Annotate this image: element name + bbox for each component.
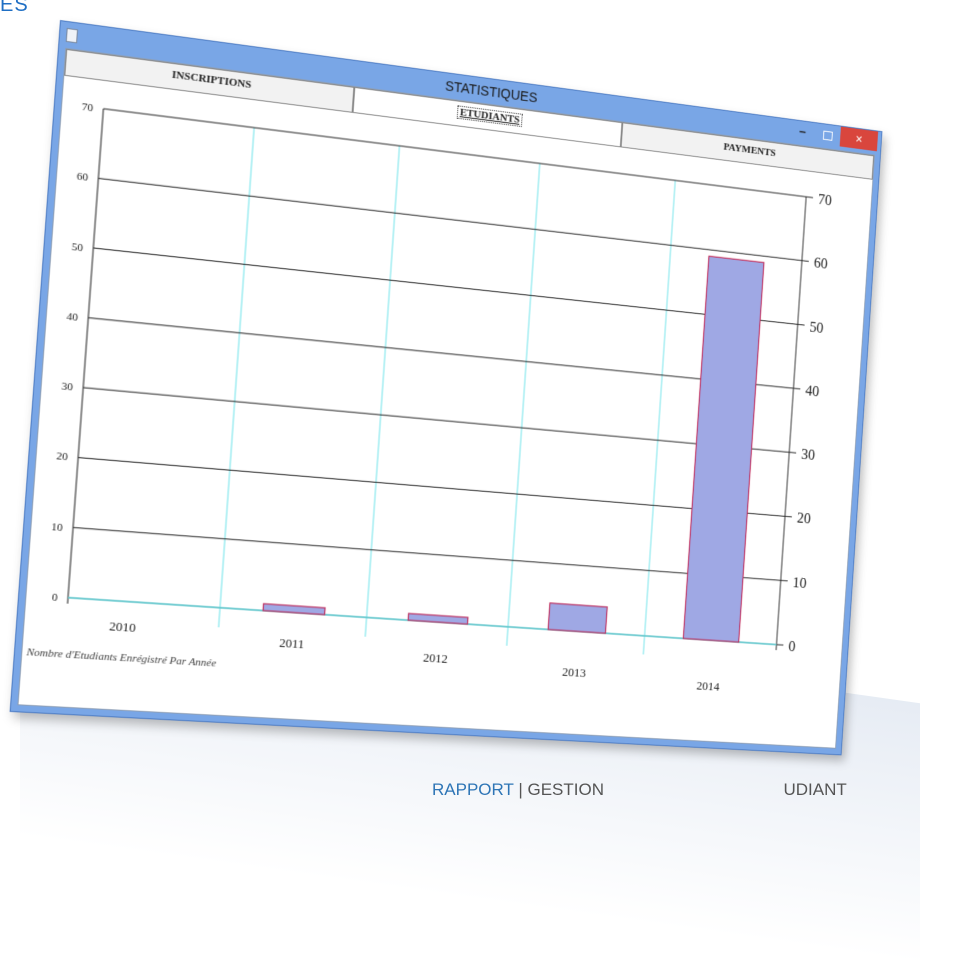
y-tick-label-left: 20 xyxy=(56,451,69,464)
y-tick-label-right: 10 xyxy=(792,575,807,592)
close-button[interactable]: × xyxy=(840,127,879,152)
y-tick-label-right: 30 xyxy=(801,447,816,464)
y-tick-label-right: 70 xyxy=(818,192,833,209)
y-tick-mark xyxy=(785,516,792,517)
app-icon xyxy=(66,28,78,43)
maximize-button[interactable] xyxy=(816,123,839,146)
horizontal-gridline xyxy=(73,528,781,581)
tab-label: PAYMENTS xyxy=(723,141,776,159)
x-tick-label: 2011 xyxy=(279,636,305,651)
bar xyxy=(263,604,325,615)
footer-accent: RAPPORT xyxy=(432,780,514,799)
y-tick-label-left: 40 xyxy=(66,311,79,324)
y-tick-label-left: 70 xyxy=(81,101,94,114)
maximize-icon xyxy=(822,131,832,141)
footer-separator: | xyxy=(518,780,522,799)
horizontal-gridline xyxy=(83,388,789,453)
y-tick-label-right: 40 xyxy=(805,383,820,400)
vertical-gridline xyxy=(365,146,399,637)
horizontal-gridline xyxy=(78,458,785,517)
tab-label: ETUDIANTS xyxy=(457,105,523,127)
horizontal-gridline xyxy=(93,248,797,324)
footer-right-text: UDIANT xyxy=(783,780,846,799)
bar xyxy=(683,256,764,642)
footer-left-text: GESTION xyxy=(527,780,604,799)
x-tick-label: 2013 xyxy=(562,665,587,680)
y-tick-label-left: 50 xyxy=(71,241,84,254)
statistics-window: STATISTIQUES – × INSCRIPTIONS ETUDIANTS … xyxy=(10,20,883,755)
bar xyxy=(548,603,607,633)
minimize-button[interactable]: – xyxy=(790,120,815,143)
y-tick-mark xyxy=(793,388,800,389)
y-tick-label-left: 0 xyxy=(51,592,58,604)
y-tick-label-left: 10 xyxy=(51,521,64,534)
y-tick-mark xyxy=(798,324,805,325)
x-tick-label: 2012 xyxy=(423,651,448,666)
y-tick-mark xyxy=(789,452,796,453)
y-tick-label-right: 20 xyxy=(796,511,811,528)
window-content: INSCRIPTIONS ETUDIANTS PAYMENTS 0 0 10 10 20… xyxy=(17,48,875,749)
y-tick-label-right: 50 xyxy=(809,319,824,336)
y-tick-label-right: 0 xyxy=(788,639,796,655)
bar-chart: 0 0 10 10 20 20 30 30 40 40 50 50 60 60 70 70 2010 2011 20… xyxy=(18,76,872,749)
horizontal-gridline xyxy=(98,178,802,260)
document-footer: RAPPORT | GESTION UDIANT xyxy=(432,780,847,800)
y-tick-mark xyxy=(781,580,788,581)
y-tick-label-right: 60 xyxy=(813,256,828,273)
x-tick-label: 2010 xyxy=(109,619,136,635)
y-tick-label-left: 60 xyxy=(76,171,89,184)
bar xyxy=(408,613,468,624)
horizontal-gridline xyxy=(88,318,793,389)
vertical-gridline xyxy=(507,163,540,645)
vertical-gridline xyxy=(219,128,255,628)
vertical-gridline xyxy=(643,180,675,654)
y-tick-mark xyxy=(806,197,813,198)
x-axis-label: Nombre d'Etudiants Enrégistré Par Année xyxy=(25,646,217,669)
tab-label: INSCRIPTIONS xyxy=(172,69,252,91)
chart-area: 0 0 10 10 20 20 30 30 40 40 50 50 60 60 70 70 2010 2011 20… xyxy=(19,76,873,748)
x-tick-label: 2014 xyxy=(696,679,720,693)
y-tick-mark xyxy=(802,261,809,262)
y-tick-label-left: 30 xyxy=(61,381,74,394)
